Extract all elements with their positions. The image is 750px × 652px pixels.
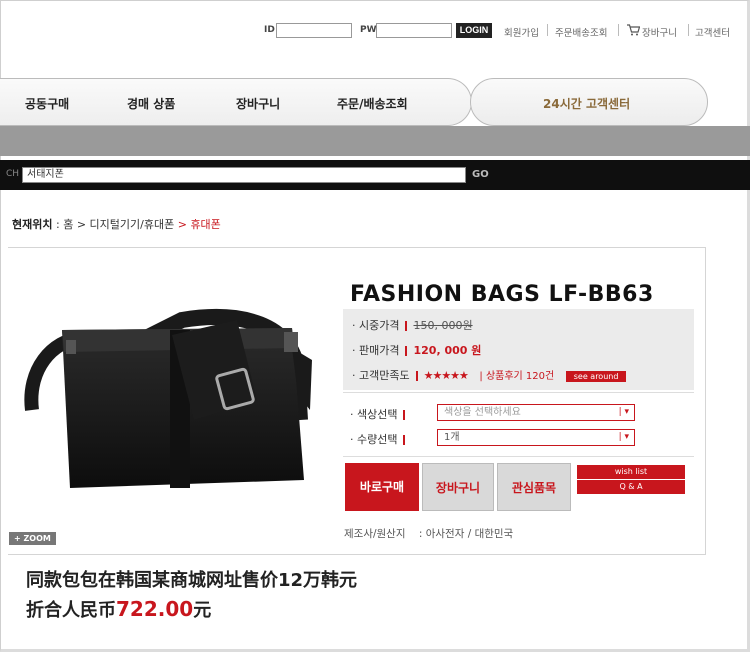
login-button[interactable]: LOGIN: [456, 23, 492, 38]
zoom-button[interactable]: + ZOOM: [9, 532, 56, 545]
divider: [547, 24, 548, 36]
id-label: ID: [264, 25, 275, 35]
breadcrumb-colon: :: [55, 218, 60, 231]
signup-link[interactable]: 회원가입: [504, 25, 539, 39]
search-input[interactable]: 서태지폰: [22, 167, 466, 183]
chevron-right-icon: >: [177, 218, 187, 231]
see-around-button[interactable]: see around: [565, 371, 627, 382]
divider: [618, 24, 619, 36]
product-title: FASHION BAGS LF-BB63: [350, 282, 654, 307]
breadcrumb-current: 휴대폰: [190, 218, 221, 231]
wish-list-button[interactable]: wish list: [577, 465, 685, 479]
top-utility-bar: ID PW LOGIN 회원가입 주문배송조회 장바구니 고객센터: [0, 22, 750, 40]
nav-item-cart[interactable]: 장바구니: [236, 95, 280, 112]
customer-center-link[interactable]: 고객센터: [695, 25, 730, 39]
product-image[interactable]: [22, 300, 322, 510]
quantity-select-value: 1개: [444, 432, 460, 443]
breadcrumb-category[interactable]: 디지털기기/휴대폰: [90, 218, 175, 231]
color-label-text: · 색상선택: [350, 408, 398, 421]
order-lookup-link[interactable]: 주문배송조회: [555, 25, 607, 39]
divider: [343, 456, 694, 457]
cart-link[interactable]: 장바구니: [642, 25, 677, 39]
maker-label: 제조사/원산지: [344, 528, 406, 540]
rating-label: · 고객만족도: [352, 369, 410, 382]
search-go-button[interactable]: GO: [472, 169, 489, 180]
sale-price-value: 120, 000 원: [413, 344, 482, 357]
list-price-row: · 시중가격 150, 000원: [352, 317, 473, 333]
maker-value: : 아사전자 / 대한민국: [418, 528, 514, 540]
quantity-select[interactable]: 1개 | ▾: [437, 429, 635, 446]
caption-amount: 722.00: [116, 597, 194, 621]
chevron-right-icon: >: [76, 218, 87, 231]
color-label: · 색상선택: [350, 406, 411, 422]
qty-label: · 수량선택: [350, 431, 411, 447]
rating-row: · 고객만족도 ★★★★★ | 상품후기 120건 see around: [352, 367, 627, 383]
cart-icon: [627, 24, 640, 36]
color-select[interactable]: 색상을 선택하세요 | ▾: [437, 404, 635, 421]
wishlist-button[interactable]: 관심품목: [497, 463, 571, 511]
divider: [343, 392, 694, 393]
breadcrumb: 현재위치 : 홈 > 디지털기기/휴대폰 > 휴대폰: [12, 216, 221, 232]
caption-suffix: 元: [193, 600, 212, 621]
caption-prefix: 折合人民币: [26, 600, 116, 621]
pw-label: PW: [360, 25, 377, 35]
buy-now-button[interactable]: 바로구매: [345, 463, 419, 511]
list-price-value: 150, 000원: [413, 319, 473, 332]
chevron-down-icon: | ▾: [618, 432, 629, 442]
breadcrumb-label: 현재위치: [12, 218, 53, 231]
divider: [688, 24, 689, 36]
maker-info: 제조사/원산지 : 아사전자 / 대한민국: [344, 526, 513, 541]
search-label: CH: [6, 169, 20, 179]
nav-item-auction[interactable]: 경매 상품: [127, 95, 175, 112]
caption-line-2: 折合人民币722.00元: [26, 596, 211, 622]
customer-center-label: 24시간 고객센터: [543, 97, 631, 111]
list-price-label: · 시중가격: [352, 319, 400, 332]
sale-price-row: · 판매가격 120, 000 원: [352, 342, 481, 358]
caption-line-1: 同款包包在韩国某商城网址售价12万韩元: [26, 570, 358, 591]
breadcrumb-home[interactable]: 홈: [63, 218, 73, 231]
star-rating-icon: ★★★★★: [423, 369, 469, 382]
password-input[interactable]: [376, 23, 452, 38]
sale-price-label: · 판매가격: [352, 344, 400, 357]
review-count-link[interactable]: | 상품후기 120건: [479, 371, 554, 382]
nav-item-group-buy[interactable]: 공동구매: [25, 95, 69, 112]
add-to-cart-button[interactable]: 장바구니: [422, 463, 494, 511]
color-select-value: 색상을 선택하세요: [444, 407, 521, 418]
qty-label-text: · 수량선택: [350, 433, 398, 446]
id-input[interactable]: [276, 23, 352, 38]
chevron-down-icon: | ▾: [618, 407, 629, 417]
nav-item-order-tracking[interactable]: 주문/배송조회: [337, 95, 408, 112]
nav-shadow-band: [0, 126, 750, 156]
qna-button[interactable]: Q & A: [577, 480, 685, 494]
